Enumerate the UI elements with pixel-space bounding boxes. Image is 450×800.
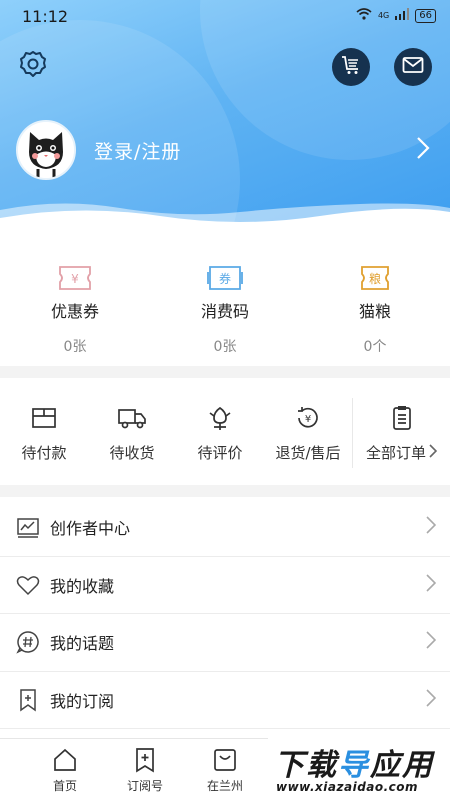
- chart-icon: [16, 515, 40, 539]
- settings-button[interactable]: [15, 48, 51, 84]
- order-pending-review[interactable]: 待评价: [176, 380, 264, 485]
- watermark: 下载导应用 www.xiazaidao.com: [268, 738, 450, 800]
- voucher-code-icon: 券: [207, 264, 243, 292]
- orders-row: 待付款 待收货 待评价 ¥ 退货/售后 全部订单: [0, 380, 450, 485]
- menu-list: 创作者中心 我的收藏 我的话题 我的订阅: [0, 499, 450, 729]
- order-pending-delivery[interactable]: 待收货: [88, 380, 176, 485]
- nav-label: 订阅号: [126, 779, 163, 793]
- asset-value: 0个: [363, 339, 387, 355]
- avatar[interactable]: [16, 120, 76, 180]
- bookmark-plus-icon: [16, 688, 40, 712]
- heart-icon: [16, 573, 40, 597]
- order-label: 待收货: [109, 444, 155, 462]
- menu-label: 我的订阅: [50, 691, 115, 711]
- menu-label: 我的收藏: [50, 576, 115, 596]
- login-register-text[interactable]: 登录/注册: [94, 137, 181, 164]
- menu-item-creator-center[interactable]: 创作者中心: [0, 499, 450, 557]
- asset-label: 消费码: [200, 302, 249, 321]
- svg-text:¥: ¥: [71, 272, 79, 286]
- svg-text:券: 券: [219, 271, 231, 286]
- order-label: 待评价: [197, 444, 243, 462]
- asset-voucher-code[interactable]: 券 消费码 0张: [150, 248, 300, 366]
- network-label: 4G: [377, 11, 390, 20]
- mail-icon: [402, 56, 424, 78]
- local-icon: [212, 747, 238, 773]
- order-label: 待付款: [21, 444, 67, 462]
- status-bar: 11:12 4G 66: [0, 0, 450, 32]
- svg-text:粮: 粮: [369, 271, 381, 286]
- order-all[interactable]: 全部订单: [352, 398, 450, 468]
- coupon-icon: ¥: [57, 264, 93, 292]
- battery-icon: 66: [415, 8, 436, 23]
- login-entry[interactable]: 登录/注册: [16, 120, 436, 180]
- asset-label: 优惠券: [50, 302, 99, 321]
- status-icons: 4G 66: [356, 8, 436, 23]
- shopping-cart-button[interactable]: [332, 48, 370, 86]
- chevron-right-icon: [426, 631, 437, 653]
- menu-label: 我的话题: [50, 634, 115, 654]
- chevron-right-icon: [416, 136, 430, 164]
- messages-button[interactable]: [394, 48, 432, 86]
- watermark-url: www.xiazaidao.com: [276, 780, 419, 794]
- asset-coupon[interactable]: ¥ 优惠券 0张: [0, 248, 150, 366]
- menu-item-favorites[interactable]: 我的收藏: [0, 557, 450, 614]
- order-pending-payment[interactable]: 待付款: [0, 380, 88, 485]
- order-refund[interactable]: ¥ 退货/售后: [264, 380, 352, 485]
- clipboard-icon: [387, 404, 417, 432]
- nav-item-local[interactable]: 在兰州: [185, 739, 265, 800]
- menu-item-topics[interactable]: 我的话题: [0, 614, 450, 672]
- asset-value: 0张: [63, 339, 87, 355]
- asset-value: 0张: [213, 339, 237, 355]
- subscribe-icon: [132, 747, 158, 773]
- home-icon: [52, 747, 78, 773]
- watermark-text: 下载: [274, 748, 338, 783]
- chevron-right-icon: [426, 574, 437, 596]
- order-all-text: 全部订单: [365, 444, 426, 462]
- menu-item-subscriptions[interactable]: 我的订阅: [0, 672, 450, 729]
- menu-label: 创作者中心: [50, 519, 131, 539]
- cart-list-icon: [340, 54, 362, 80]
- header: 11:12 4G 66 登录/注册: [0, 0, 450, 232]
- refund-icon: ¥: [293, 404, 323, 432]
- order-all-label: 全部订单: [365, 442, 438, 463]
- hashtag-icon: [16, 630, 40, 654]
- signal-icon: [395, 8, 410, 23]
- chevron-right-icon: [429, 443, 438, 462]
- truck-icon: [117, 404, 147, 432]
- watermark-text: 导: [338, 748, 370, 783]
- gear-icon: [18, 49, 48, 83]
- nav-label: 在兰州: [206, 779, 243, 793]
- asset-cat-food[interactable]: 粮 猫粮 0个: [300, 248, 450, 366]
- nav-label: 首页: [52, 779, 77, 793]
- flower-icon: [205, 404, 235, 432]
- section-divider: [0, 366, 450, 378]
- asset-label: 猫粮: [358, 302, 391, 321]
- watermark-logo: 下载导应用: [274, 740, 434, 784]
- cat-food-icon: 粮: [357, 264, 393, 292]
- nav-item-subscribe[interactable]: 订阅号: [105, 739, 185, 800]
- wifi-icon: [356, 8, 372, 23]
- nav-item-home[interactable]: 首页: [25, 739, 105, 800]
- chevron-right-icon: [426, 516, 437, 538]
- assets-row: ¥ 优惠券 0张 券 消费码 0张 粮 猫粮 0个: [0, 248, 450, 366]
- wallet-icon: [29, 404, 59, 432]
- svg-text:¥: ¥: [305, 414, 311, 425]
- section-divider: [0, 485, 450, 497]
- watermark-text: 应用: [370, 748, 434, 783]
- header-wave: [0, 203, 450, 232]
- chevron-right-icon: [426, 689, 437, 711]
- order-label: 退货/售后: [275, 444, 341, 462]
- status-time: 11:12: [22, 7, 69, 26]
